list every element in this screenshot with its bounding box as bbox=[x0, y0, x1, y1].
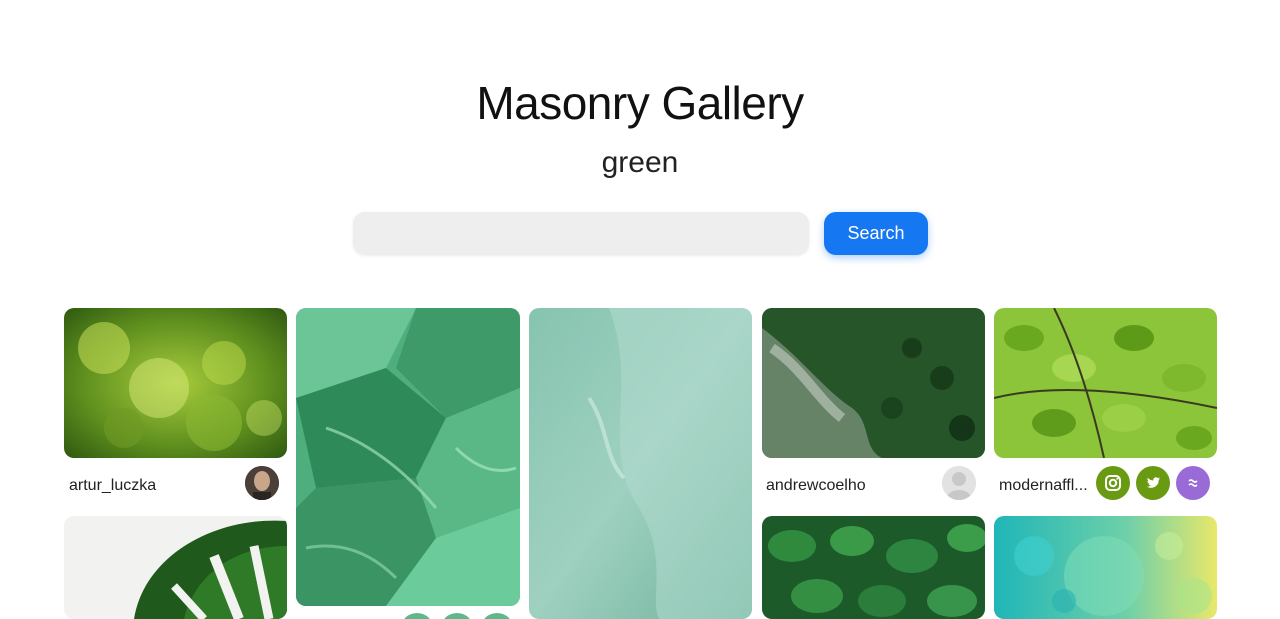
instagram-icon[interactable] bbox=[1096, 466, 1130, 500]
search-input[interactable] bbox=[353, 212, 809, 255]
card-username[interactable]: modernaffl... bbox=[999, 477, 1088, 495]
search-query-subtitle: green bbox=[601, 146, 679, 179]
gallery-image[interactable] bbox=[64, 308, 287, 458]
twitter-icon[interactable] bbox=[1136, 466, 1170, 500]
gallery-image[interactable] bbox=[994, 308, 1217, 458]
gallery-image[interactable] bbox=[762, 308, 985, 458]
avatar[interactable] bbox=[400, 613, 434, 619]
card-username[interactable]: andrewcoelho bbox=[766, 477, 866, 495]
avatar[interactable] bbox=[245, 466, 279, 500]
page-title: Masonry Gallery bbox=[476, 77, 804, 129]
gallery-image[interactable] bbox=[529, 308, 752, 619]
gallery-image[interactable] bbox=[762, 516, 985, 619]
gallery-image[interactable] bbox=[994, 516, 1217, 619]
gallery-image[interactable] bbox=[64, 516, 287, 619]
link-icon[interactable] bbox=[1176, 466, 1210, 500]
gallery-image[interactable] bbox=[296, 308, 520, 606]
card-username[interactable]: artur_luczka bbox=[69, 477, 156, 495]
avatar[interactable] bbox=[440, 613, 474, 619]
search-button[interactable]: Search bbox=[824, 212, 928, 255]
avatar[interactable] bbox=[480, 613, 514, 619]
avatar[interactable] bbox=[942, 466, 976, 500]
